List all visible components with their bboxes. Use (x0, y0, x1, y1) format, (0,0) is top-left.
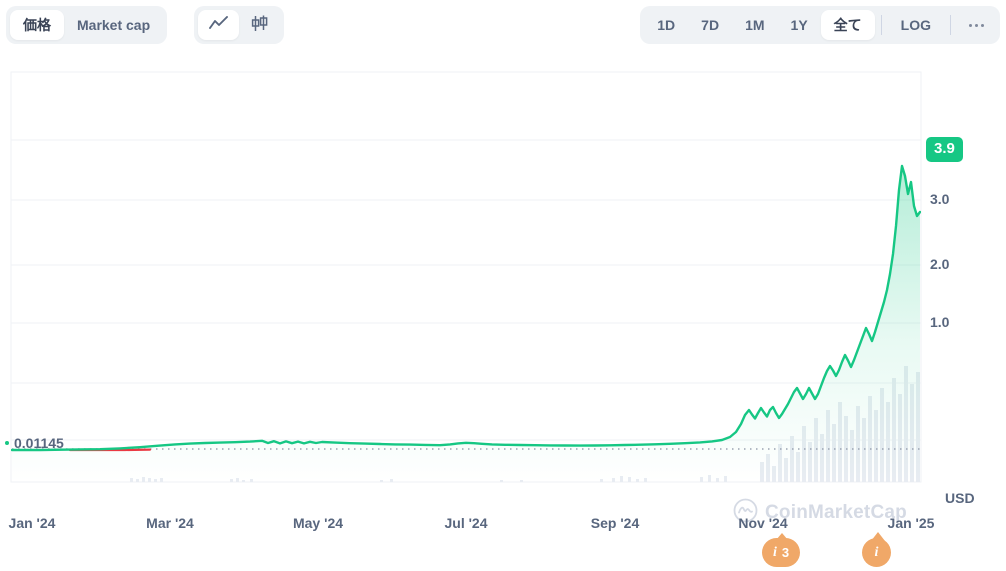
time-range-group: 1D 7D 1M 1Y 全て LOG (640, 6, 1000, 44)
chart-type-line[interactable] (198, 10, 239, 40)
toolbar-divider-1 (880, 15, 882, 35)
range-7d[interactable]: 7D (688, 10, 732, 40)
metric-toggle-group: 価格 Market cap (6, 6, 168, 44)
range-1d[interactable]: 1D (644, 10, 688, 40)
x-axis-tick: Nov '24 (738, 515, 788, 531)
tab-market-cap[interactable]: Market cap (64, 10, 163, 40)
log-scale-toggle[interactable]: LOG (888, 10, 944, 40)
x-axis: Jan '24 Mar '24 May '24 Jul '24 Sep '24 … (0, 515, 1006, 537)
info-icon: i (773, 544, 777, 560)
x-axis-tick: Jan '24 (8, 515, 56, 531)
x-axis-tick: Jan '25 (887, 515, 935, 531)
toolbar-divider-2 (950, 15, 951, 35)
y-axis-label-2: 2.0 (930, 256, 950, 272)
event-marker-single[interactable]: i (862, 532, 891, 567)
range-1y[interactable]: 1Y (778, 10, 821, 40)
chart-canvas (10, 71, 922, 483)
price-chart[interactable]: 3.9 3.0 2.0 1.0 0.01145 CoinMarketCap (0, 66, 1006, 523)
event-count: 3 (781, 545, 790, 560)
x-axis-tick: May '24 (292, 515, 344, 531)
line-chart-icon (209, 16, 228, 34)
event-marker-group[interactable]: i 3 (762, 533, 801, 567)
more-options-icon[interactable] (957, 10, 996, 40)
y-axis-label-3: 3.0 (930, 191, 950, 207)
range-all[interactable]: 全て (820, 10, 875, 40)
tab-price[interactable]: 価格 (10, 10, 64, 40)
candlestick-icon (250, 15, 269, 35)
reference-price-label: 0.01145 (14, 435, 64, 451)
chart-type-group (194, 6, 284, 44)
reference-price-dot (5, 441, 9, 445)
chart-toolbar: 価格 Market cap 1D 7D 1M 1Y 全て LOG (0, 0, 1006, 55)
info-icon: i (874, 544, 879, 560)
y-axis-label-1: 1.0 (930, 314, 950, 330)
x-axis-tick: Sep '24 (590, 515, 640, 531)
current-price-badge: 3.9 (926, 137, 963, 162)
x-axis-tick: Mar '24 (146, 515, 194, 531)
range-1m[interactable]: 1M (732, 10, 777, 40)
chart-type-candlestick[interactable] (239, 10, 280, 40)
currency-label: USD (945, 490, 975, 506)
x-axis-tick: Jul '24 (444, 515, 488, 531)
